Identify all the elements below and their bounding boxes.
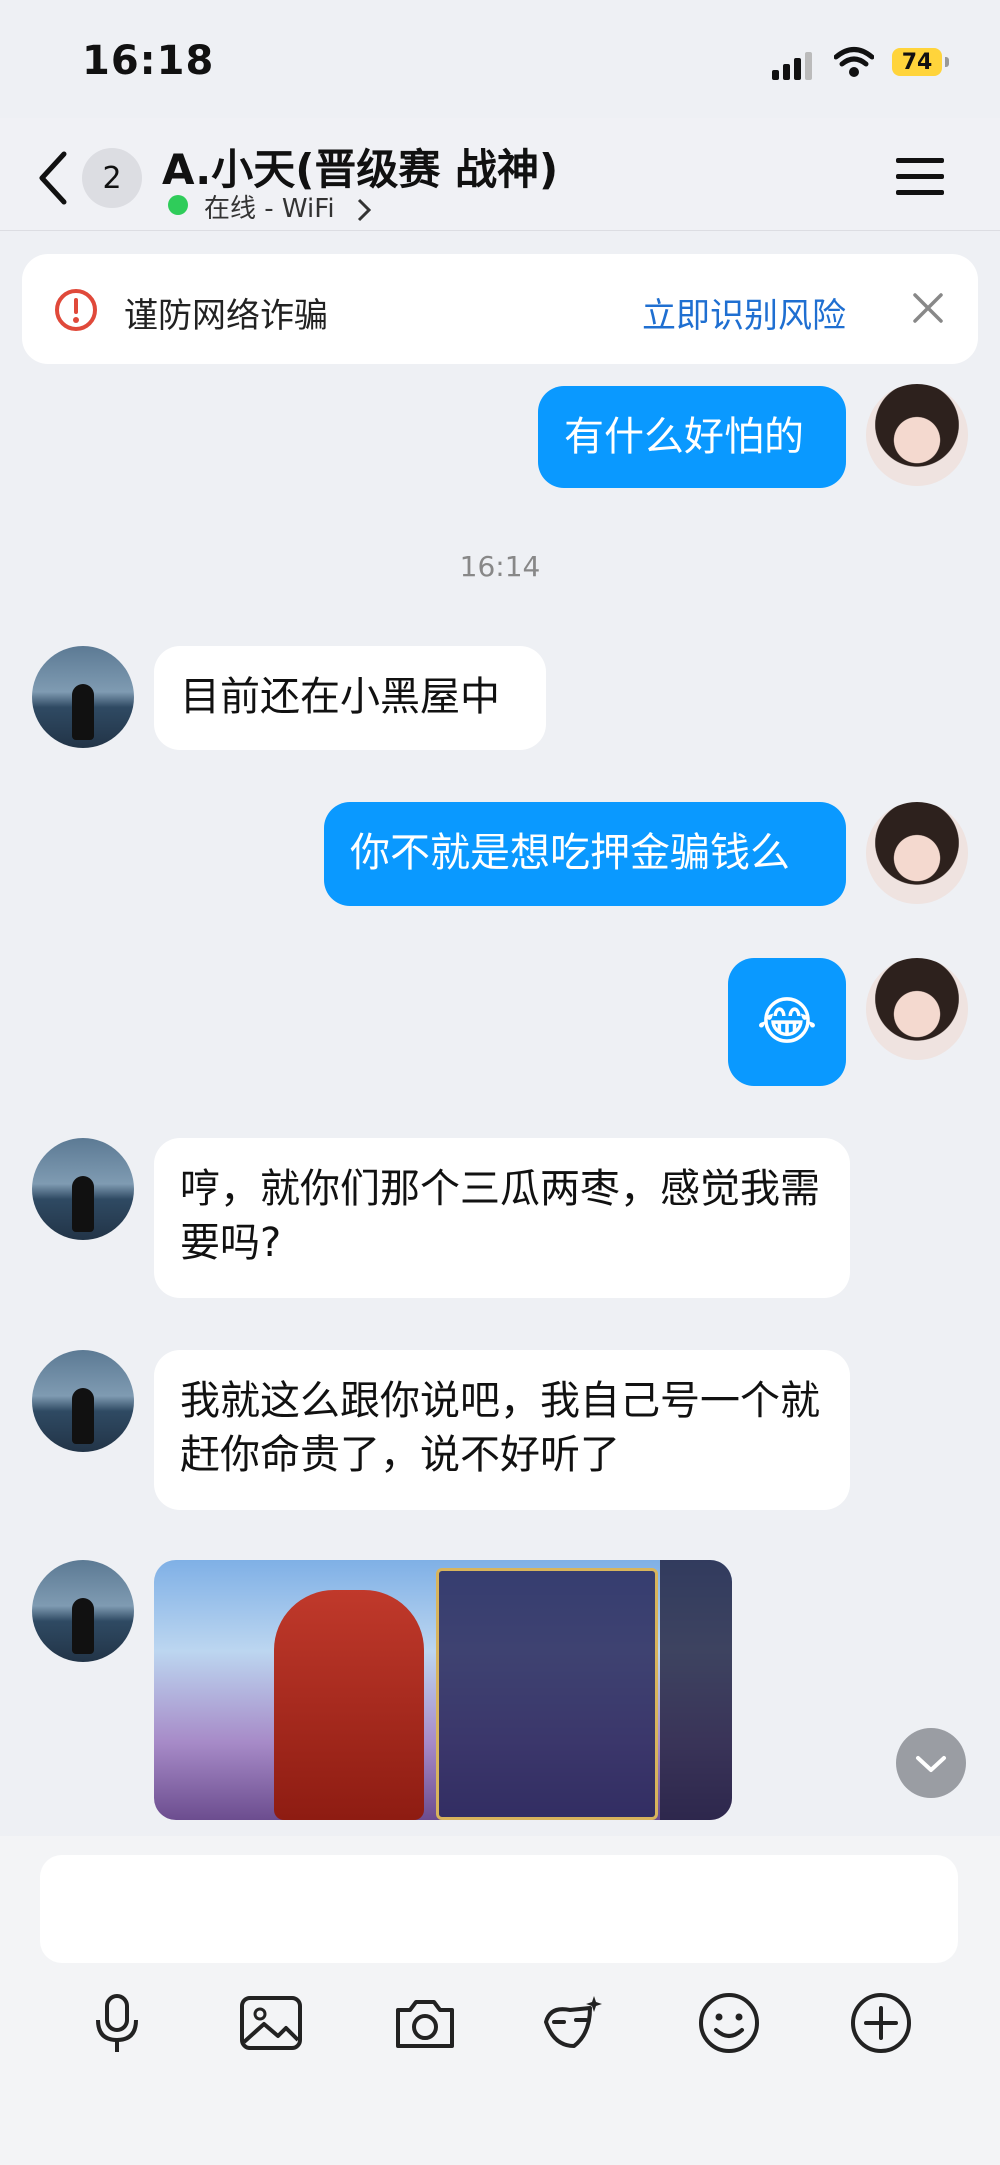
warning-icon <box>54 288 98 332</box>
message-bubble-outgoing[interactable]: 有什么好怕的 <box>538 386 846 488</box>
online-status-dot <box>168 195 188 215</box>
image-icon[interactable] <box>238 1990 304 2056</box>
message-bubble-emoji[interactable]: 😂 <box>728 958 846 1086</box>
message-bubble-incoming[interactable]: 目前还在小黑屋中 <box>154 646 546 750</box>
scroll-to-bottom-button[interactable] <box>896 1728 966 1798</box>
menu-icon[interactable] <box>896 156 944 196</box>
sticker-icon[interactable] <box>540 1990 606 2056</box>
wifi-icon <box>834 46 874 78</box>
contact-avatar[interactable] <box>32 1560 134 1662</box>
camera-icon[interactable] <box>392 1990 458 2056</box>
contact-avatar[interactable] <box>32 1350 134 1452</box>
identify-risk-link[interactable]: 立即识别风险 <box>642 288 846 337</box>
online-status-text[interactable]: 在线 - WiFi <box>204 188 371 225</box>
message-timestamp: 16:14 <box>459 550 541 583</box>
cellular-signal-icon <box>772 52 816 80</box>
image-content-character <box>274 1590 424 1820</box>
my-avatar[interactable] <box>866 802 968 904</box>
contact-avatar[interactable] <box>32 646 134 748</box>
warning-text: 谨防网络诈骗 <box>124 296 328 336</box>
back-icon[interactable] <box>36 150 70 206</box>
contact-avatar[interactable] <box>32 1138 134 1240</box>
microphone-icon[interactable] <box>84 1990 150 2056</box>
message-bubble-incoming[interactable]: 我就这么跟你说吧，我自己号一个就赶你命贵了，说不好听了 <box>154 1350 850 1510</box>
image-message[interactable] <box>154 1560 732 1820</box>
unread-count-badge[interactable]: 2 <box>82 148 142 208</box>
my-avatar[interactable] <box>866 384 968 486</box>
my-avatar[interactable] <box>866 958 968 1060</box>
battery-icon: 74 <box>892 48 949 76</box>
plus-icon[interactable] <box>848 1990 914 2056</box>
chevron-down-icon <box>916 1756 946 1772</box>
image-content-panel <box>436 1568 658 1820</box>
image-content-sidebar <box>660 1560 732 1820</box>
message-input[interactable] <box>40 1855 958 1963</box>
message-bubble-outgoing[interactable]: 你不就是想吃押金骗钱么 <box>324 802 846 906</box>
emoji-icon[interactable] <box>696 1990 762 2056</box>
message-bubble-incoming[interactable]: 哼，就你们那个三瓜两枣，感觉我需要吗? <box>154 1138 850 1298</box>
online-status-label: 在线 - WiFi <box>204 194 335 224</box>
status-time: 16:18 <box>82 38 215 84</box>
chevron-right-icon <box>357 198 371 221</box>
close-icon[interactable] <box>912 292 944 324</box>
